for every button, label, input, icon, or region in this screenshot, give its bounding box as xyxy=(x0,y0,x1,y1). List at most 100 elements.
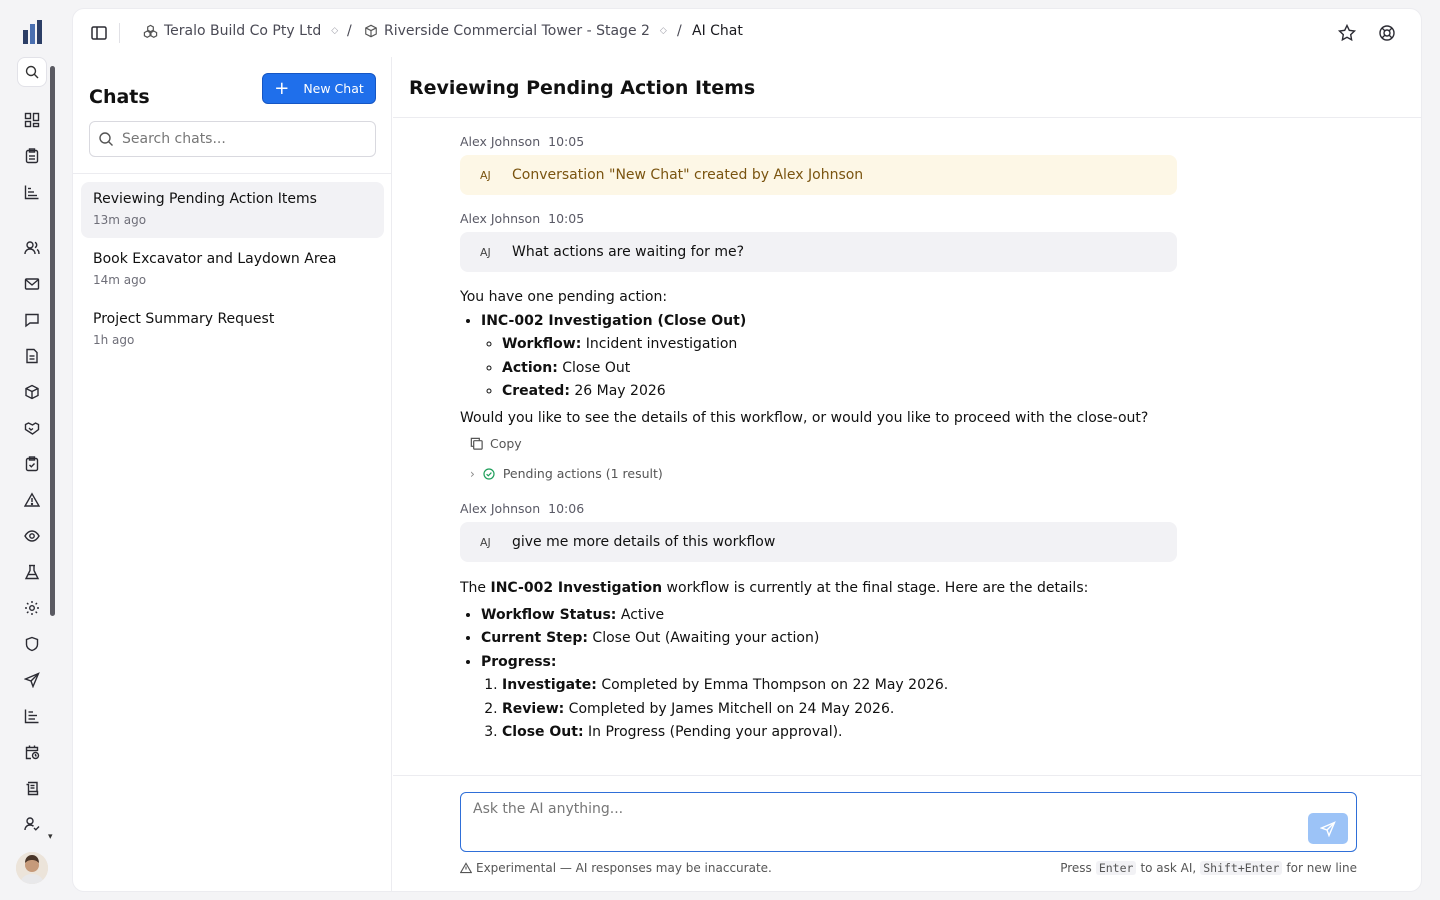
ai-response: The INC-002 Investigation workflow is cu… xyxy=(460,577,1180,745)
search-icon[interactable] xyxy=(17,57,47,87)
detail-item: Created: 26 May 2026 xyxy=(502,380,1180,404)
hint-text: Press xyxy=(1060,861,1092,875)
calendar-clock-icon[interactable] xyxy=(22,742,42,762)
project-cube-icon xyxy=(365,24,377,38)
workflow-detail-list: Workflow Status: Active Current Step: Cl… xyxy=(481,604,1180,745)
warning-icon xyxy=(460,862,472,874)
rail-scrollbar[interactable] xyxy=(50,66,55,616)
scroll-icon[interactable] xyxy=(22,778,42,798)
shield-icon[interactable] xyxy=(22,634,42,654)
dashboard-icon[interactable] xyxy=(22,110,42,130)
detail-value: Close Out xyxy=(557,359,631,376)
chat-item-title: Reviewing Pending Action Items xyxy=(93,191,317,207)
chat-list-item[interactable]: Reviewing Pending Action Items 13m ago xyxy=(81,182,384,238)
chart-icon[interactable] xyxy=(22,182,42,202)
search-icon xyxy=(99,132,113,146)
enter-key: Enter xyxy=(1095,861,1137,875)
message-author: Alex Johnson xyxy=(460,211,541,226)
plus-icon: + xyxy=(274,77,290,99)
chats-panel: Chats + New Chat Reviewing Pending Actio… xyxy=(73,57,392,891)
clipboard-icon[interactable] xyxy=(22,146,42,166)
handshake-icon[interactable] xyxy=(22,418,42,438)
users-icon[interactable] xyxy=(22,238,42,258)
copy-icon xyxy=(470,437,483,450)
system-message: AJ Conversation "New Chat" created by Al… xyxy=(460,155,1177,195)
mail-icon[interactable] xyxy=(22,274,42,294)
chat-icon[interactable] xyxy=(22,310,42,330)
bar-chart-icon[interactable] xyxy=(22,706,42,726)
user-message: AJ What actions are waiting for me? xyxy=(460,232,1177,272)
message-meta: Alex Johnson 10:05 xyxy=(460,134,1180,149)
ai-prompt-input[interactable] xyxy=(473,801,1293,841)
detail-label: Workflow: xyxy=(502,336,582,352)
icon-rail: ▾ xyxy=(0,0,64,900)
detail-item: Workflow Status: Active xyxy=(481,604,1180,628)
breadcrumb-separator: / xyxy=(347,23,352,39)
chat-item-title: Project Summary Request xyxy=(93,311,275,327)
help-lifebuoy-icon[interactable] xyxy=(1377,23,1397,43)
message-text: give me more details of this workflow xyxy=(512,534,776,550)
detail-item: Current Step: Close Out (Awaiting your a… xyxy=(481,627,1180,651)
flask-icon[interactable] xyxy=(22,562,42,582)
chat-list-item[interactable]: Project Summary Request 1h ago xyxy=(81,302,384,358)
breadcrumb-company[interactable]: Teralo Build Co Pty Ltd ◇ xyxy=(143,23,338,39)
chat-search-input[interactable] xyxy=(122,131,362,147)
settings-icon[interactable] xyxy=(22,598,42,618)
scroll-down-arrow-icon[interactable]: ▾ xyxy=(48,832,53,842)
detail-label: Action: xyxy=(502,359,558,376)
warning-icon[interactable] xyxy=(22,490,42,510)
sidebar-toggle-icon[interactable] xyxy=(89,23,109,43)
message-text: Conversation "New Chat" created by Alex … xyxy=(512,167,864,183)
step-label: Close Out: xyxy=(502,724,584,740)
progress-step: Review: Completed by James Mitchell on 2… xyxy=(502,698,1180,722)
message-time: 10:05 xyxy=(548,134,585,149)
user-initials: AJ xyxy=(480,168,491,182)
main-card: Teralo Build Co Pty Ltd ◇ / Riverside Co… xyxy=(72,8,1422,892)
send-button[interactable] xyxy=(1308,813,1348,844)
step-value: In Progress (Pending your approval). xyxy=(583,724,843,740)
checklist-icon[interactable] xyxy=(22,454,42,474)
project-switcher-icon[interactable]: ◇ xyxy=(660,26,667,36)
chat-search[interactable] xyxy=(89,121,376,157)
detail-item: Workflow: Incident investigation xyxy=(502,333,1180,357)
send-icon xyxy=(1320,820,1336,837)
chat-list-item[interactable]: Book Excavator and Laydown Area 14m ago xyxy=(81,242,384,298)
disclaimer-text: Experimental — AI responses may be inacc… xyxy=(476,861,772,875)
pending-action-item: INC-002 Investigation (Close Out) Workfl… xyxy=(481,310,1180,404)
user-check-icon[interactable] xyxy=(22,814,42,834)
tool-result-toggle[interactable]: › Pending actions (1 result) xyxy=(470,466,1180,481)
pending-action-list: INC-002 Investigation (Close Out) Workfl… xyxy=(481,310,1180,404)
check-circle-icon xyxy=(483,467,495,480)
intro-text: workflow is currently at the final stage… xyxy=(662,580,1089,596)
star-icon[interactable] xyxy=(1337,23,1357,43)
app-logo[interactable] xyxy=(22,20,44,44)
send-icon[interactable] xyxy=(22,670,42,690)
breadcrumb-project[interactable]: Riverside Commercial Tower - Stage 2 ◇ xyxy=(364,23,667,39)
eye-icon[interactable] xyxy=(22,526,42,546)
box-icon[interactable] xyxy=(22,382,42,402)
progress-step: Investigate: Completed by Emma Thompson … xyxy=(502,674,1180,698)
pending-action-title: INC-002 Investigation (Close Out) xyxy=(481,312,747,329)
detail-value: Active xyxy=(616,606,665,623)
shift-enter-key: Shift+Enter xyxy=(1200,861,1283,875)
message-author: Alex Johnson xyxy=(460,134,541,149)
ai-response-intro: The INC-002 Investigation workflow is cu… xyxy=(460,577,1180,601)
experimental-disclaimer: Experimental — AI responses may be inacc… xyxy=(460,861,772,875)
copy-label: Copy xyxy=(490,436,522,451)
breadcrumb-separator: / xyxy=(677,23,682,39)
composer[interactable] xyxy=(460,792,1357,852)
detail-label: Created: xyxy=(502,383,570,399)
company-switcher-icon[interactable]: ◇ xyxy=(331,26,338,36)
user-message: AJ give me more details of this workflow xyxy=(460,522,1177,562)
new-chat-button[interactable]: + New Chat xyxy=(262,73,376,104)
breadcrumb-project-label: Riverside Commercial Tower - Stage 2 xyxy=(384,23,650,39)
detail-item: Action: Close Out xyxy=(502,357,1180,381)
copy-button[interactable]: Copy xyxy=(469,436,1180,451)
document-icon[interactable] xyxy=(22,346,42,366)
keyboard-hint: Press Enter to ask AI, Shift+Enter for n… xyxy=(1060,861,1357,875)
breadcrumb-current-page: AI Chat xyxy=(692,23,743,39)
message-list[interactable]: Alex Johnson 10:05 AJ Conversation "New … xyxy=(460,117,1180,775)
step-value: Completed by Emma Thompson on 22 May 202… xyxy=(596,677,949,693)
detail-label: Progress: xyxy=(481,653,557,670)
avatar[interactable] xyxy=(16,852,48,884)
